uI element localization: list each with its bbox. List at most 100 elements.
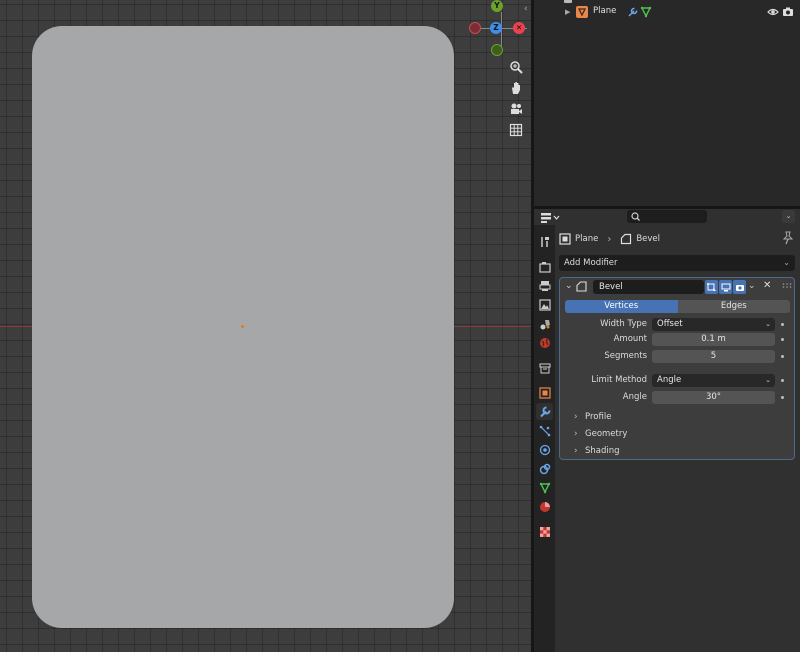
properties-tab-column: [534, 225, 555, 652]
camera-view-icon[interactable]: [507, 100, 525, 118]
options-dropdown[interactable]: ⌄: [782, 210, 795, 223]
bevel-modifier-icon: [621, 233, 632, 245]
tab-vertices[interactable]: Vertices: [565, 300, 678, 313]
mesh-data-icon[interactable]: [640, 6, 652, 18]
bevel-modifier-panel: ⌄ Bevel ⌄ ✕ Vertices Edges Width Type Of…: [559, 277, 795, 460]
amount-row: Amount 0.1 m: [560, 333, 796, 346]
material-icon: [539, 501, 550, 512]
subpanel-geometry-label: Geometry: [585, 429, 628, 439]
tab-particles[interactable]: [536, 422, 553, 439]
chevron-right-icon: ›: [574, 446, 578, 456]
tab-collection[interactable]: [536, 359, 553, 376]
keyframe-dot[interactable]: [781, 396, 784, 399]
particles-icon: [539, 425, 550, 436]
edit-mode-toggle[interactable]: [705, 280, 718, 294]
subpanel-geometry[interactable]: › Geometry: [560, 427, 796, 442]
keyframe-dot[interactable]: [781, 355, 784, 358]
modifier-visibility-toggles: [705, 280, 746, 294]
segments-field[interactable]: 5: [652, 350, 775, 363]
subpanel-shading[interactable]: › Shading: [560, 444, 796, 459]
tab-view-layer[interactable]: [536, 296, 553, 313]
chevron-down-icon: ⌄: [765, 320, 771, 328]
visibility-eye-icon[interactable]: [767, 7, 779, 17]
keyframe-dot[interactable]: [781, 379, 784, 382]
tab-texture[interactable]: [536, 523, 553, 540]
tab-edges[interactable]: Edges: [677, 300, 790, 313]
tab-render[interactable]: [536, 258, 553, 275]
render-camera-icon[interactable]: [782, 7, 794, 17]
tab-modifiers[interactable]: [536, 403, 553, 420]
add-modifier-label: Add Modifier: [564, 258, 618, 268]
tab-output[interactable]: [536, 277, 553, 294]
expand-arrow-icon[interactable]: ▶: [565, 8, 570, 16]
tool-icon: [540, 236, 549, 247]
gizmo-y-axis[interactable]: Y: [491, 0, 503, 12]
tab-material[interactable]: [536, 498, 553, 515]
limit-method-row: Limit Method Angle ⌄: [560, 374, 796, 387]
grid-view-icon[interactable]: [507, 121, 525, 139]
modifier-menu-dropdown[interactable]: ⌄: [748, 281, 756, 291]
output-icon: [539, 280, 550, 291]
keyframe-dot[interactable]: [781, 323, 784, 326]
gizmo-neg-y-axis[interactable]: [491, 44, 503, 56]
object-origin: [241, 325, 244, 328]
gizmo-z-axis[interactable]: Z: [490, 22, 502, 34]
angle-field[interactable]: 30°: [652, 391, 775, 404]
mesh-data-tab-icon: [539, 482, 550, 494]
object-icon: [538, 386, 551, 399]
amount-label: Amount: [613, 334, 647, 344]
tab-data[interactable]: [536, 479, 553, 496]
breadcrumb: Plane › Bevel: [559, 231, 660, 247]
tab-physics[interactable]: [536, 441, 553, 458]
tab-tool[interactable]: [536, 233, 553, 250]
width-type-dropdown[interactable]: Offset ⌄: [652, 318, 775, 331]
outliner-row-plane[interactable]: ▶ Plane: [534, 4, 800, 20]
scene-icon: [540, 319, 550, 329]
camera-icon: [735, 284, 744, 291]
segments-row: Segments 5: [560, 350, 796, 363]
affect-mode-selector: Vertices Edges: [565, 300, 790, 313]
chevron-right-icon: ›: [574, 412, 578, 422]
3d-viewport[interactable]: Y Z ✕ ‹: [0, 0, 531, 652]
modifier-name-field[interactable]: Bevel: [593, 280, 704, 294]
angle-label: Angle: [622, 392, 647, 402]
gizmo-x-axis[interactable]: ✕: [513, 22, 525, 34]
gizmo-neg-x-axis[interactable]: [469, 22, 481, 34]
subpanel-profile-label: Profile: [585, 412, 612, 422]
outliner[interactable]: ▶ Plane: [534, 0, 800, 206]
properties-search-input[interactable]: [627, 210, 707, 223]
subpanel-shading-label: Shading: [585, 446, 620, 456]
breadcrumb-modifier[interactable]: Bevel: [636, 234, 660, 244]
outliner-object-name[interactable]: Plane: [593, 6, 616, 16]
pan-hand-icon[interactable]: [507, 79, 525, 97]
tab-scene[interactable]: [536, 315, 553, 332]
tab-constraints[interactable]: [536, 460, 553, 477]
modifier-wrench-icon[interactable]: [627, 6, 639, 18]
limit-method-value: Angle: [657, 375, 682, 385]
editor-type-selector[interactable]: [540, 211, 562, 224]
limit-method-dropdown[interactable]: Angle ⌄: [652, 374, 775, 387]
zoom-icon[interactable]: [507, 58, 525, 76]
constraints-icon: [539, 463, 550, 474]
viewport-toggle[interactable]: [719, 280, 732, 294]
subpanel-profile[interactable]: › Profile: [560, 410, 796, 425]
monitor-icon: [721, 283, 730, 291]
add-modifier-button[interactable]: Add Modifier ⌄: [559, 255, 795, 271]
view-layer-icon: [538, 298, 551, 311]
search-icon: [631, 212, 640, 221]
width-type-label: Width Type: [600, 319, 647, 329]
width-type-value: Offset: [657, 319, 683, 329]
drag-handle-icon[interactable]: [782, 282, 792, 290]
sidebar-toggle-icon[interactable]: ‹: [524, 4, 531, 14]
tab-object[interactable]: [536, 384, 553, 401]
render-toggle[interactable]: [733, 280, 746, 294]
breadcrumb-object[interactable]: Plane: [575, 234, 598, 244]
tab-world[interactable]: [536, 334, 553, 351]
amount-field[interactable]: 0.1 m: [652, 333, 775, 346]
angle-row: Angle 30°: [560, 391, 796, 404]
keyframe-dot[interactable]: [781, 338, 784, 341]
remove-modifier-button[interactable]: ✕: [763, 280, 771, 291]
pin-icon[interactable]: [782, 231, 794, 245]
panel-collapse-icon[interactable]: ⌄: [565, 281, 573, 291]
navigation-gizmo[interactable]: Y Z ✕: [466, 0, 528, 60]
